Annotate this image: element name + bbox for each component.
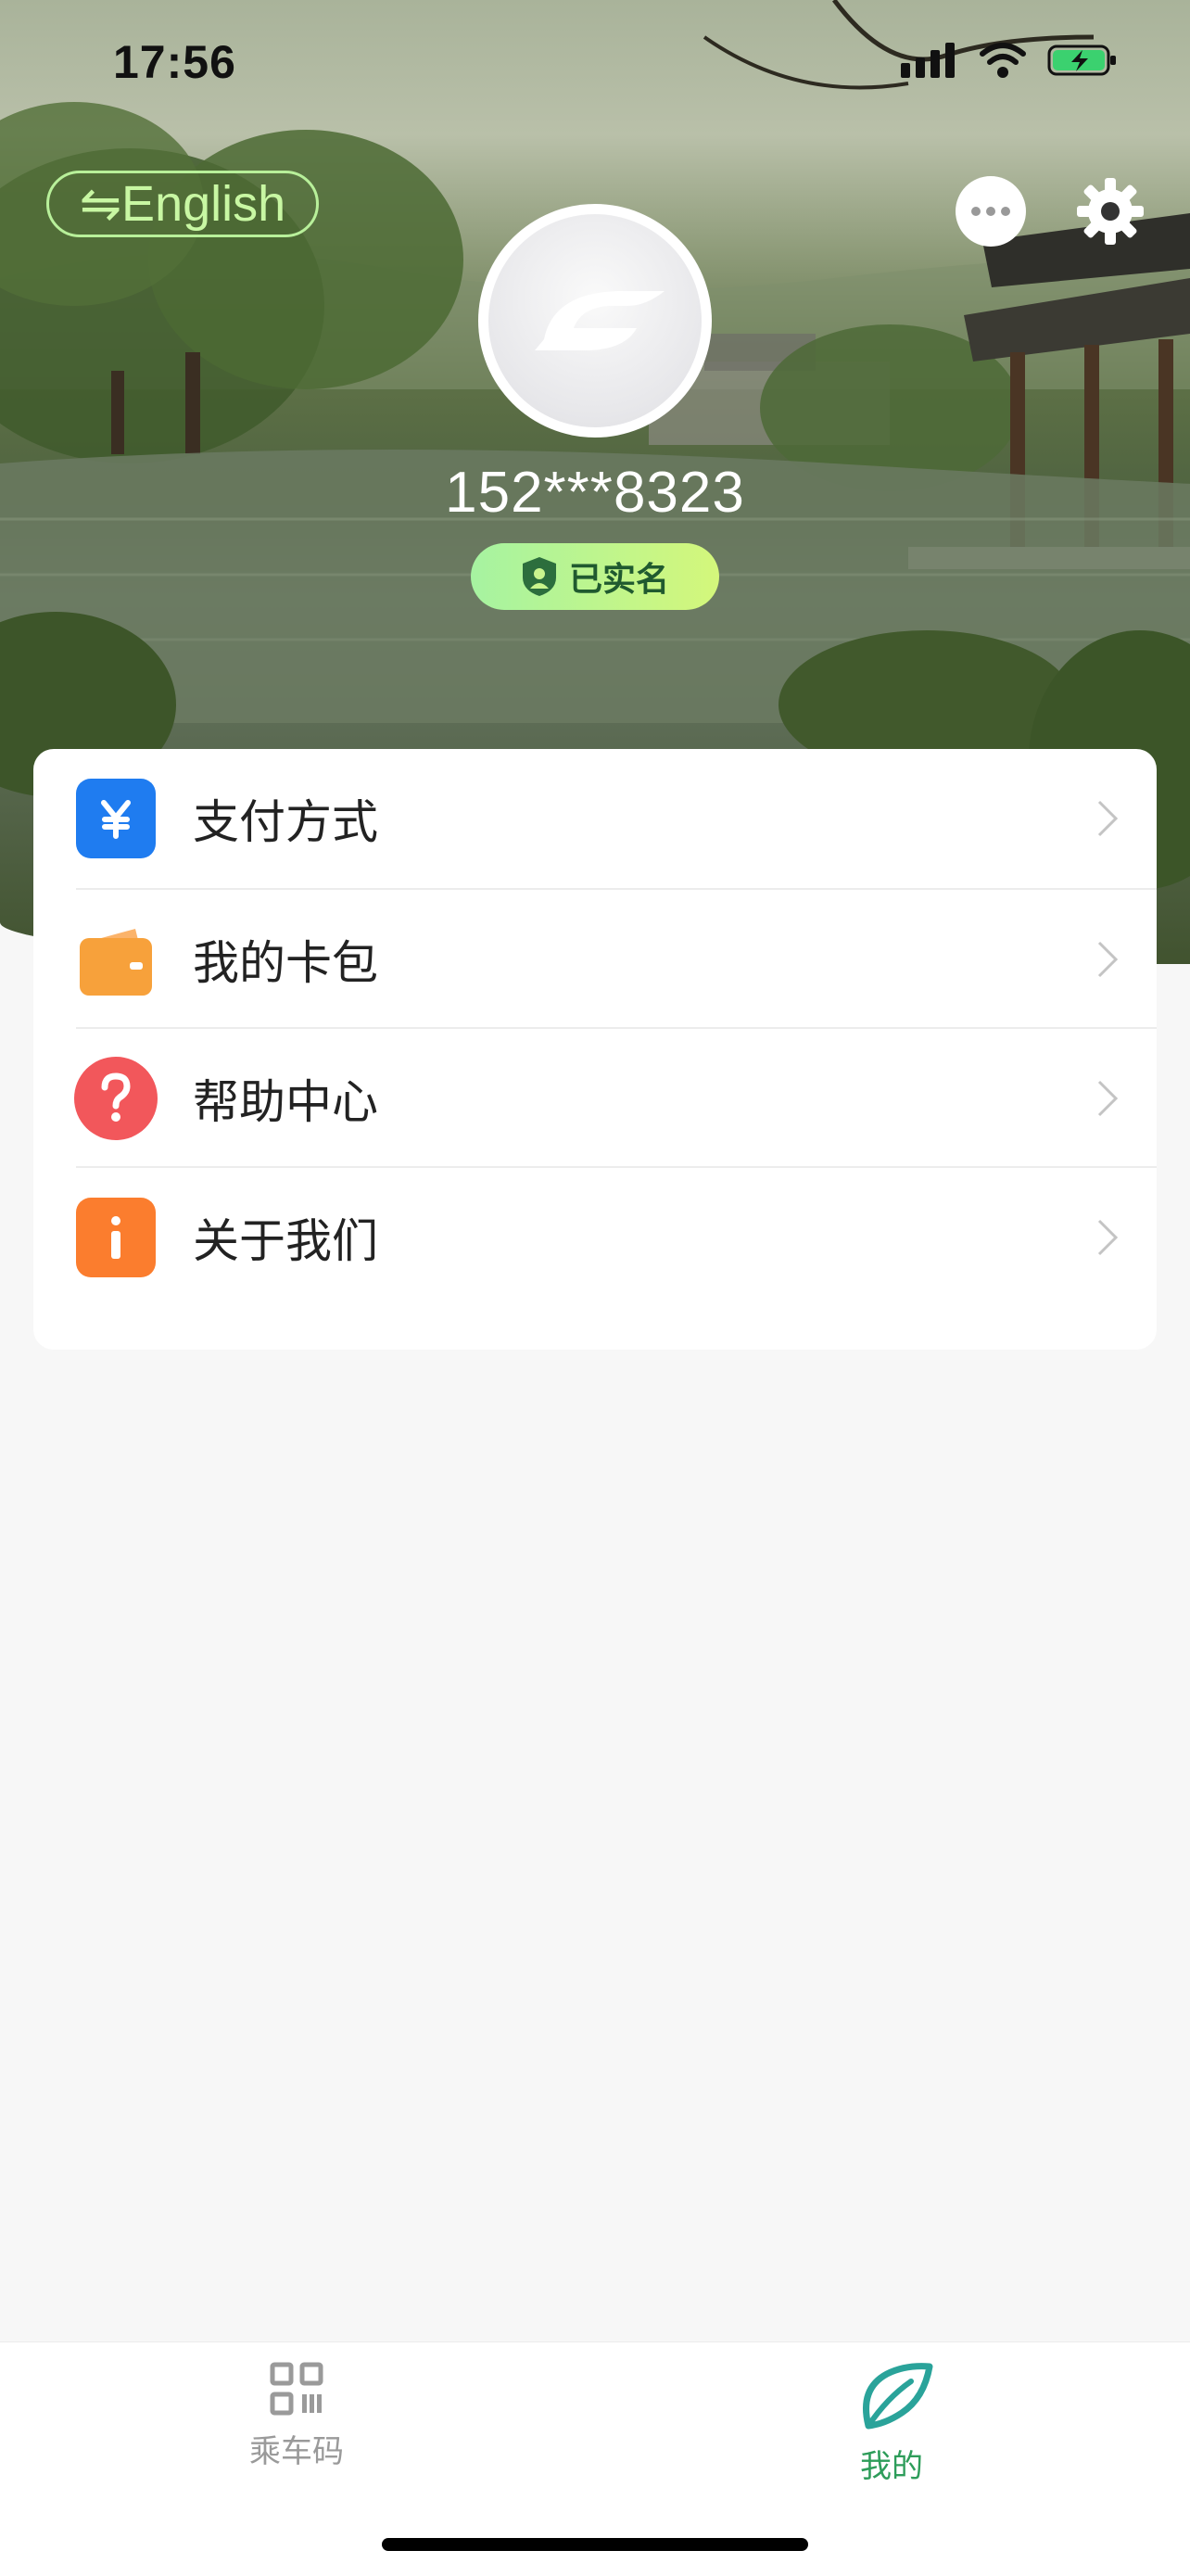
leaf-icon <box>863 2363 933 2430</box>
verified-badge-label: 已实名 <box>568 561 669 599</box>
menu-item-label: 关于我们 <box>193 1214 378 1268</box>
avatar[interactable] <box>478 204 712 438</box>
info-icon <box>76 1198 156 1277</box>
status-icons <box>901 43 1118 78</box>
yuan-icon <box>76 779 156 858</box>
menu-item-label: 帮助中心 <box>193 1075 378 1129</box>
chevron-right-icon <box>1097 1080 1119 1117</box>
chat-bubble-icon <box>971 207 1010 216</box>
menu-item-help-center[interactable]: 帮助中心 <box>33 1029 1157 1168</box>
user-phone-number: 152***8323 <box>445 461 745 525</box>
cellular-signal-icon <box>901 43 955 78</box>
home-indicator <box>382 2538 808 2551</box>
qr-code-icon <box>270 2362 323 2416</box>
tab-ride-code[interactable]: 乘车码 <box>204 2361 389 2471</box>
chevron-right-icon <box>1097 1219 1119 1256</box>
gear-icon[interactable] <box>1075 176 1146 247</box>
menu-item-label: 支付方式 <box>193 795 378 849</box>
language-toggle-button[interactable]: ⇋English <box>46 171 319 237</box>
battery-charging-icon <box>1047 44 1116 76</box>
brand-logo-icon <box>535 291 665 350</box>
menu-item-card-wallet[interactable]: 我的卡包 <box>33 890 1157 1029</box>
verified-badge: 已实名 <box>471 543 719 610</box>
tab-label: 乘车码 <box>249 2433 344 2470</box>
wallet-icon <box>76 920 156 999</box>
menu-card: 支付方式 我的卡包 帮助中心 关于我们 <box>33 749 1157 1350</box>
menu-item-payment[interactable]: 支付方式 <box>33 749 1157 888</box>
shield-user-icon <box>522 557 556 596</box>
chevron-right-icon <box>1097 800 1119 837</box>
menu-item-label: 我的卡包 <box>193 936 378 990</box>
tab-label: 我的 <box>860 2448 923 2485</box>
question-icon <box>74 1057 158 1140</box>
messages-button[interactable] <box>956 176 1026 247</box>
status-time: 17:56 <box>113 36 236 88</box>
chevron-right-icon <box>1097 941 1119 978</box>
avatar-placeholder <box>488 214 702 427</box>
menu-item-about-us[interactable]: 关于我们 <box>33 1168 1157 1307</box>
tab-mine[interactable]: 我的 <box>799 2361 984 2486</box>
wifi-icon <box>980 43 1026 78</box>
